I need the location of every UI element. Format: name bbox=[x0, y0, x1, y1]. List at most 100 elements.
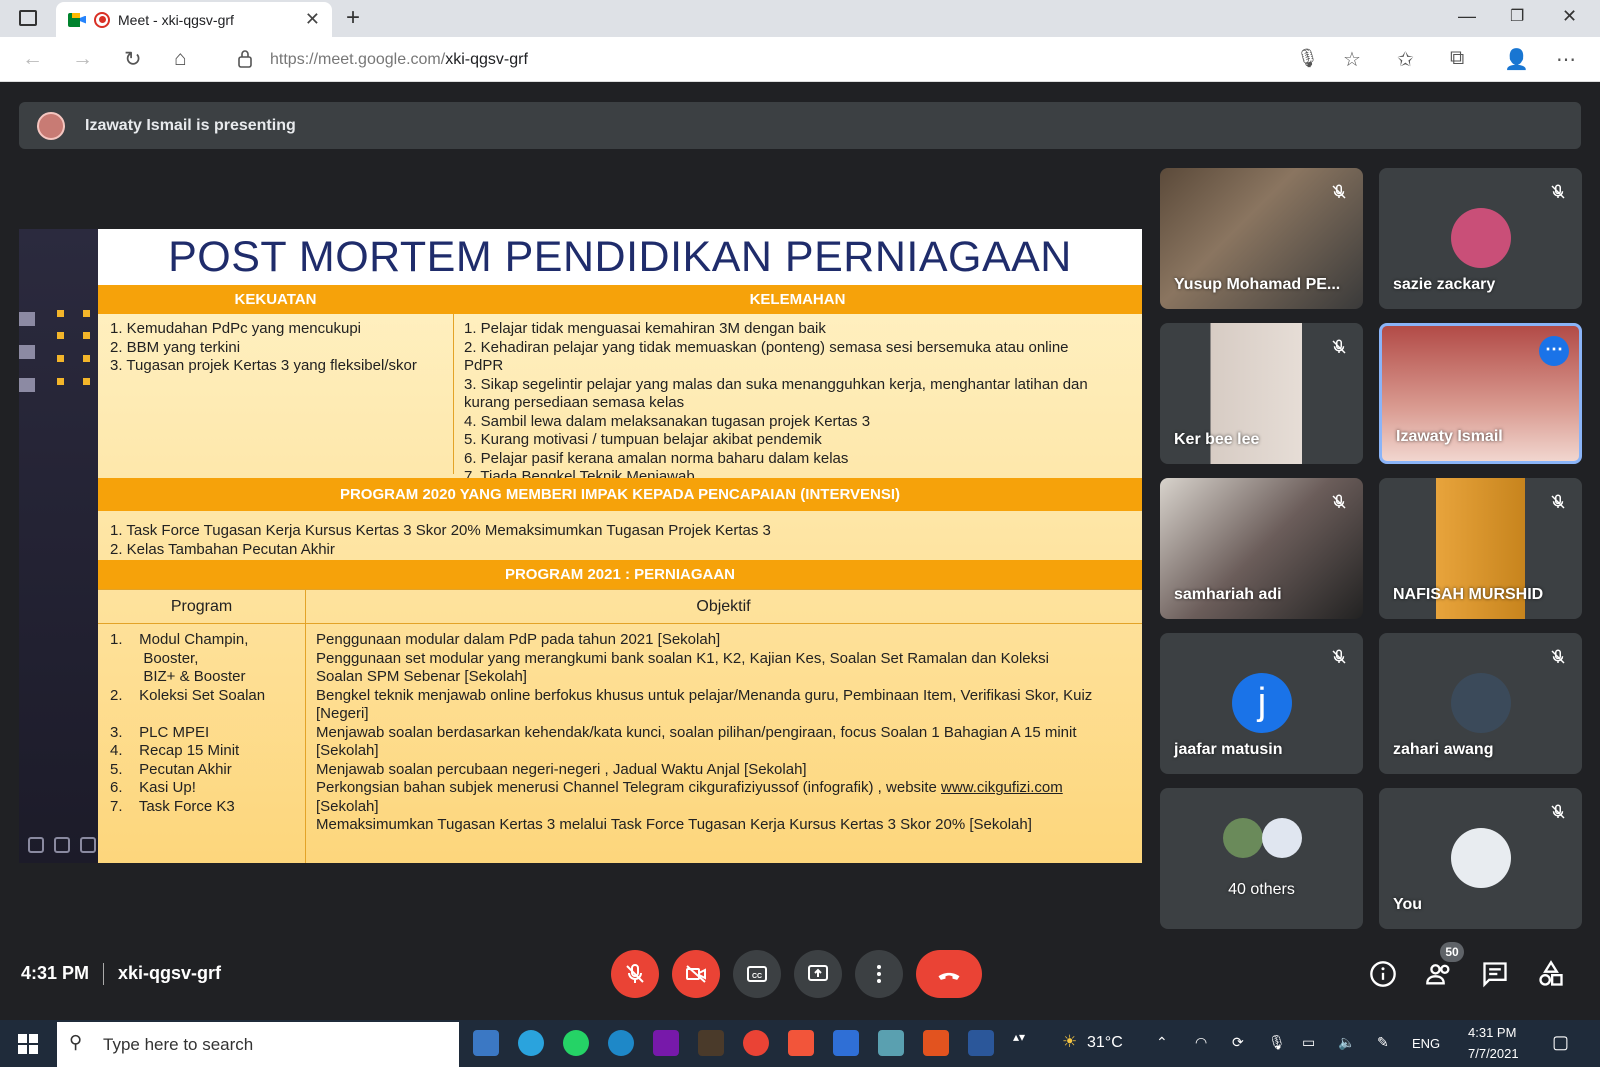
new-tab-icon[interactable]: + bbox=[346, 4, 360, 32]
taskbar-date[interactable]: 7/7/2021 bbox=[1468, 1046, 1519, 1061]
participant-name: Yusup Mohamad PE... bbox=[1174, 276, 1341, 293]
wifi-icon[interactable]: ◠ bbox=[1195, 1034, 1207, 1051]
participant-tile[interactable]: Yusup Mohamad PE... bbox=[1160, 168, 1363, 309]
home-icon[interactable]: ⌂ bbox=[174, 47, 187, 71]
program2020-item: 1. Task Force Tugasan Kerja Kursus Kerta… bbox=[110, 522, 771, 539]
tile-more-options-icon[interactable]: ⋯ bbox=[1539, 336, 1569, 366]
participant-avatar bbox=[1451, 673, 1511, 733]
mic-muted-icon bbox=[1327, 180, 1351, 204]
weather-temp[interactable]: 31°C bbox=[1087, 1034, 1123, 1052]
favorites-icon[interactable]: ✩ bbox=[1397, 47, 1414, 72]
meet-logo-icon bbox=[68, 12, 86, 27]
kekuatan-item: 2. BBM yang terkini bbox=[110, 338, 241, 356]
taskbar-app-settings-icon[interactable] bbox=[878, 1030, 904, 1056]
kekuatan-list: 1. Kemudahan PdPc yang mencukupi 2. BBM y… bbox=[110, 320, 450, 376]
highlighter-icon[interactable] bbox=[54, 837, 70, 853]
taskbar-app-recorder-icon[interactable] bbox=[788, 1030, 814, 1056]
mic-tray-icon[interactable]: 🎙 bbox=[1268, 1034, 1286, 1051]
objektif-item: Menjawab soalan percubaan negeri-negeri … bbox=[316, 760, 807, 778]
back-icon[interactable]: ← bbox=[22, 47, 43, 71]
activities-icon[interactable] bbox=[1537, 960, 1565, 988]
search-icon: ⚲ bbox=[69, 1032, 83, 1052]
browser-tab[interactable]: Meet - xki-qgsv-grf ✕ bbox=[56, 2, 332, 37]
profile-icon[interactable]: 👤 bbox=[1504, 47, 1529, 72]
participant-tile[interactable]: sazie zackary bbox=[1379, 168, 1582, 309]
taskbar-time[interactable]: 4:31 PM bbox=[1468, 1025, 1516, 1040]
url-field[interactable]: https://meet.google.com/xki-qgsv-grf bbox=[220, 43, 1370, 77]
chat-icon[interactable] bbox=[1481, 960, 1509, 988]
taskbar-app-onenote-icon[interactable] bbox=[653, 1030, 679, 1056]
mic-muted-icon bbox=[1327, 335, 1351, 359]
people-icon[interactable] bbox=[1425, 960, 1453, 988]
leave-call-button[interactable] bbox=[916, 950, 982, 998]
window-close-icon[interactable]: ✕ bbox=[1562, 6, 1577, 27]
col-objektif-header: Objektif bbox=[696, 598, 751, 615]
captions-button[interactable]: CC bbox=[733, 950, 781, 998]
language-indicator[interactable]: ENG bbox=[1412, 1036, 1440, 1051]
tray-scroll-icon[interactable]: ▴▾ bbox=[1013, 1030, 1025, 1044]
participant-tile[interactable]: 40 others bbox=[1160, 788, 1363, 929]
lock-icon[interactable] bbox=[238, 50, 252, 68]
taskbar-app-explorer-icon[interactable] bbox=[473, 1030, 499, 1056]
program-list: 1. Modul Champin, Booster, BIZ+ & Booste… bbox=[110, 631, 300, 816]
camera-off-button[interactable] bbox=[672, 950, 720, 998]
taskbar-app-media-icon[interactable] bbox=[698, 1030, 724, 1056]
objektif-item: Soalan SPM Sebenar [Sekolah] bbox=[316, 668, 527, 685]
collections-icon[interactable]: ⧉ bbox=[1450, 47, 1464, 70]
participant-tile[interactable]: You bbox=[1379, 788, 1582, 929]
tab-actions-icon[interactable] bbox=[19, 10, 37, 26]
taskbar-app-whatsapp-icon[interactable] bbox=[563, 1030, 589, 1056]
participant-tile[interactable]: NAFISAH MURSHID bbox=[1379, 478, 1582, 619]
battery-icon[interactable]: ▭ bbox=[1302, 1034, 1315, 1051]
taskbar-app-word-icon[interactable] bbox=[968, 1030, 994, 1056]
eraser-icon[interactable] bbox=[80, 837, 96, 853]
browser-tab-bar: Meet - xki-qgsv-grf ✕ + — ❐ ✕ bbox=[0, 0, 1600, 37]
taskbar-app-chrome-icon[interactable] bbox=[743, 1030, 769, 1056]
sync-icon[interactable]: ⟳ bbox=[1232, 1034, 1244, 1051]
forward-icon[interactable]: → bbox=[72, 47, 93, 71]
presentation-stage[interactable]: POST MORTEM PENDIDIKAN PERNIAGAAN KEKUAT… bbox=[19, 229, 1142, 863]
kelemahan-item: 4. Sambil lewa dalam melaksanakan tugasa… bbox=[464, 412, 871, 430]
mic-off-icon bbox=[626, 963, 644, 983]
weather-icon[interactable]: ☀ bbox=[1062, 1032, 1077, 1052]
taskbar-app-telegram-icon[interactable] bbox=[518, 1030, 544, 1056]
windows-start-icon[interactable] bbox=[18, 1034, 38, 1054]
participant-tile[interactable]: j jaafar matusin bbox=[1160, 633, 1363, 774]
taskbar-app-office-icon[interactable] bbox=[923, 1030, 949, 1056]
program-item bbox=[110, 705, 300, 724]
more-vert-icon bbox=[877, 965, 881, 983]
website-link[interactable]: www.cikgufizi.com bbox=[941, 779, 1063, 796]
more-options-button[interactable] bbox=[855, 950, 903, 998]
pen-tray-icon[interactable]: ✎ bbox=[1377, 1034, 1389, 1051]
participant-tile[interactable]: Ker bee lee bbox=[1160, 323, 1363, 464]
participant-tile[interactable]: zahari awang bbox=[1379, 633, 1582, 774]
participant-tile[interactable]: samhariah adi bbox=[1160, 478, 1363, 619]
restore-icon[interactable]: ❐ bbox=[1510, 6, 1524, 26]
participant-count-badge: 50 bbox=[1440, 942, 1464, 962]
notification-icon[interactable]: ▢ bbox=[1552, 1032, 1569, 1053]
mic-muted-icon bbox=[1546, 180, 1570, 204]
close-tab-icon[interactable]: ✕ bbox=[305, 9, 320, 30]
reload-icon[interactable]: ↻ bbox=[124, 47, 142, 72]
taskbar-search-box[interactable]: ⚲ Type here to search bbox=[57, 1022, 459, 1067]
add-favorite-icon[interactable]: ☆ bbox=[1343, 47, 1361, 72]
microphone-permission-icon[interactable]: 🎙 bbox=[1296, 48, 1319, 69]
taskbar-app-edge-icon[interactable] bbox=[608, 1030, 634, 1056]
objektif-item: Menjawab soalan berdasarkan kehendak/kat… bbox=[316, 723, 1077, 741]
col-program-header: Program bbox=[170, 598, 233, 615]
participant-tile[interactable]: ⋯ Izawaty Ismail bbox=[1379, 323, 1582, 464]
volume-icon[interactable]: 🔈 bbox=[1338, 1034, 1355, 1051]
participant-name: samhariah adi bbox=[1174, 586, 1282, 603]
minimize-icon[interactable]: — bbox=[1458, 6, 1476, 27]
pen-icon[interactable] bbox=[28, 837, 44, 853]
annotation-tools[interactable] bbox=[28, 837, 96, 853]
program-item: 4. Recap 15 Minit bbox=[110, 742, 240, 759]
meeting-details-icon[interactable] bbox=[1369, 960, 1397, 988]
show-hidden-icons[interactable]: ⌃ bbox=[1156, 1034, 1168, 1051]
presenter-avatar bbox=[37, 111, 65, 140]
kekuatan-item: 3. Tugasan projek Kertas 3 yang fleksibe… bbox=[110, 357, 417, 374]
taskbar-app-whiteboard-icon[interactable] bbox=[833, 1030, 859, 1056]
microphone-off-button[interactable] bbox=[611, 950, 659, 998]
present-screen-button[interactable] bbox=[794, 950, 842, 998]
more-menu-icon[interactable]: ⋯ bbox=[1556, 47, 1576, 72]
